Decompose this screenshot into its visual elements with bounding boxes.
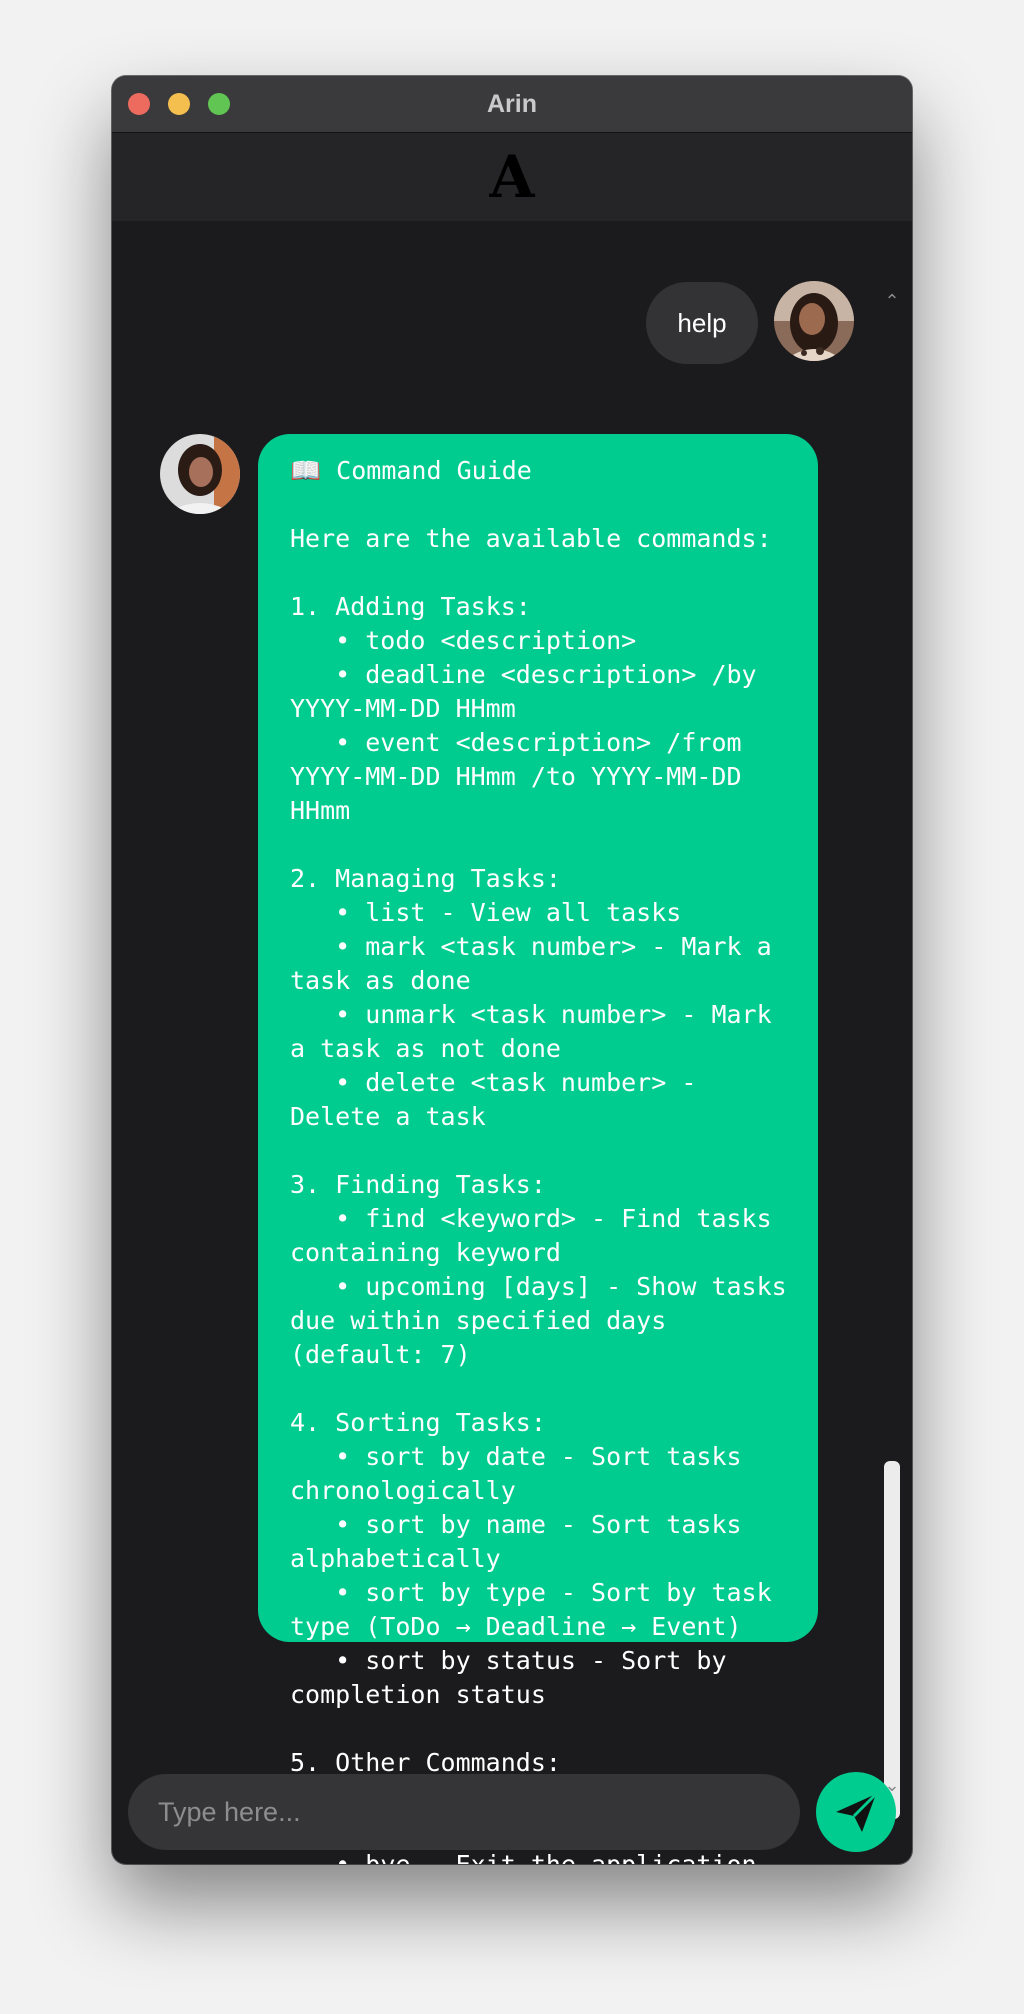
title-bar: Arin xyxy=(112,76,912,133)
scroll-up-icon[interactable]: ⌃ xyxy=(880,289,904,313)
bot-message-text: 📖 Command Guide Here are the available c… xyxy=(290,456,787,1864)
bot-avatar xyxy=(160,434,240,514)
scrollbar-thumb[interactable] xyxy=(884,1461,900,1819)
chat-area[interactable]: ⌃ help 📖 Command Guide Here are the avai… xyxy=(112,221,912,1864)
window-title: Arin xyxy=(487,90,537,118)
message-input[interactable] xyxy=(128,1774,800,1850)
send-button[interactable] xyxy=(816,1772,896,1852)
user-avatar xyxy=(774,281,854,361)
app-window: Arin A ⌃ help 📖 Command Guide Here are t… xyxy=(112,76,912,1864)
app-logo: A xyxy=(489,143,535,211)
paper-plane-icon xyxy=(836,1792,878,1832)
app-header: A xyxy=(112,133,912,221)
user-message-bubble: help xyxy=(646,282,758,364)
bot-message-bubble: 📖 Command Guide Here are the available c… xyxy=(258,434,818,1864)
